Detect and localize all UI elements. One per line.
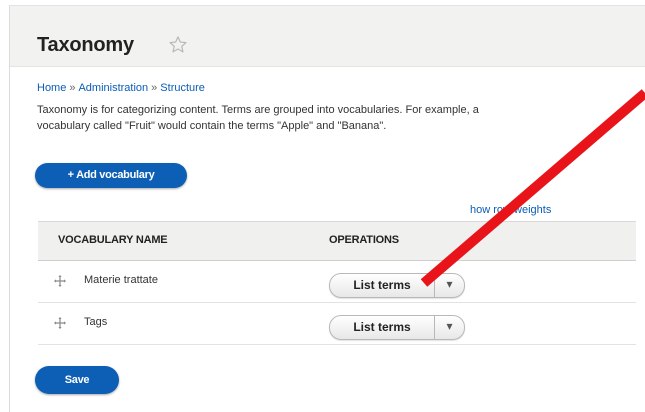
chevron-down-icon[interactable]: ▾ xyxy=(435,316,464,339)
add-vocabulary-button[interactable]: + Add vocabulary xyxy=(35,163,187,188)
star-outline-icon[interactable] xyxy=(167,34,189,56)
list-terms-button[interactable]: List terms xyxy=(330,316,435,339)
breadcrumb-separator: » xyxy=(151,82,158,94)
page-header: Taxonomy xyxy=(10,6,645,67)
operations-dropbutton: List terms ▾ xyxy=(329,315,465,340)
breadcrumb-home[interactable]: Home xyxy=(37,82,66,94)
breadcrumb: Home» Administration» Structure xyxy=(37,82,205,94)
table-row: Materie trattate List terms ▾ xyxy=(38,261,636,303)
breadcrumb-structure[interactable]: Structure xyxy=(160,82,205,94)
list-terms-button[interactable]: List terms xyxy=(330,274,435,297)
chevron-down-icon[interactable]: ▾ xyxy=(435,274,464,297)
operations-dropbutton: List terms ▾ xyxy=(329,273,465,298)
vocabulary-name: Tags xyxy=(84,316,108,328)
table-row: Tags List terms ▾ xyxy=(38,303,636,345)
save-button[interactable]: Save xyxy=(35,366,119,394)
drag-handle-icon[interactable] xyxy=(54,275,66,287)
breadcrumb-administration[interactable]: Administration xyxy=(78,82,148,94)
column-header-vocabulary-name: VOCABULARY NAME xyxy=(58,234,168,246)
table-header: VOCABULARY NAME OPERATIONS xyxy=(38,221,636,261)
drag-handle-icon[interactable] xyxy=(54,317,66,329)
column-header-operations: OPERATIONS xyxy=(329,234,399,246)
description-line-2: vocabulary called "Fruit" would contain … xyxy=(37,120,387,132)
breadcrumb-separator: » xyxy=(69,82,76,94)
show-row-weights-link[interactable]: how row weights xyxy=(470,204,551,216)
vocabulary-name: Materie trattate xyxy=(84,274,158,286)
vocabulary-table: VOCABULARY NAME OPERATIONS Materie tratt… xyxy=(38,221,636,345)
page-title: Taxonomy xyxy=(37,34,134,56)
page-description: Taxonomy is for categorizing content. Te… xyxy=(37,102,645,134)
description-line-1: Taxonomy is for categorizing content. Te… xyxy=(37,104,479,116)
